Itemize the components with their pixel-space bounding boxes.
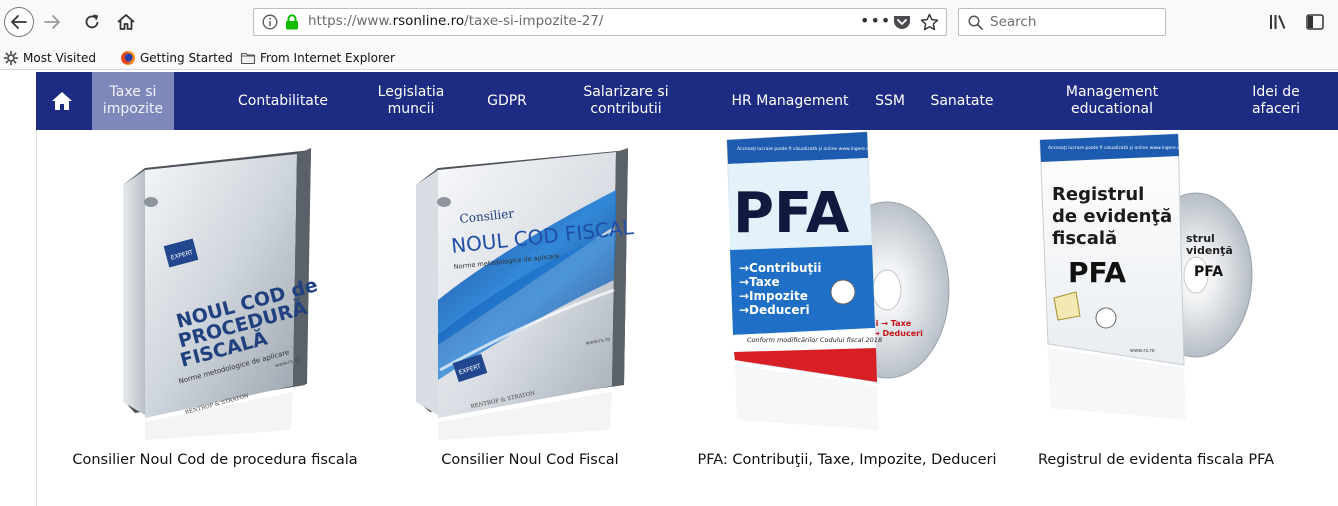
cover-big-title: PFA	[1068, 256, 1126, 289]
nav-item-label: Legislatia muncii	[377, 84, 445, 117]
reload-button[interactable]	[80, 7, 104, 37]
product-image-box-cd[interactable]: strul videnţă PFA Accesaţi lucrare poate…	[1006, 130, 1306, 440]
arrow-right-icon	[44, 15, 60, 29]
bookmark-getting-started[interactable]: Getting Started	[120, 48, 233, 68]
nav-item-idei-de-afaceri[interactable]: Idei de afaceri	[1236, 72, 1316, 130]
site-navigation: Taxe si impozite Contabilitate Legislati…	[36, 72, 1338, 130]
nav-item-label: Idei de afaceri	[1251, 84, 1301, 117]
product-title[interactable]: Registrul de evidenta fiscala PFA	[1006, 450, 1306, 471]
bookmark-from-internet-explorer[interactable]: From Internet Explorer	[240, 48, 395, 68]
content-divider	[36, 130, 37, 506]
reload-icon	[85, 14, 99, 29]
search-bar[interactable]: Search	[958, 8, 1166, 36]
cover-banner: Accesaţi lucrare poate fi vizualizată şi…	[1048, 145, 1182, 151]
nav-item-contabilitate[interactable]: Contabilitate	[222, 72, 344, 130]
cover-line: →Deduceri	[739, 303, 810, 317]
library-icon[interactable]	[1268, 12, 1288, 32]
cover-banner: Accesaţi lucrare poate fi vizualizată şi…	[737, 146, 871, 152]
bookmark-label: Getting Started	[140, 51, 233, 65]
nav-item-ssm[interactable]: SSM	[868, 72, 912, 130]
gear-icon	[3, 50, 19, 66]
nav-item-sanatate[interactable]: Sanatate	[920, 72, 1004, 130]
page-actions-button[interactable]: •••	[860, 11, 891, 30]
home-button[interactable]	[112, 7, 140, 37]
bookmark-most-visited[interactable]: Most Visited	[3, 48, 96, 68]
nav-item-label: Taxe si impozite	[102, 84, 164, 117]
pocket-icon[interactable]	[893, 14, 911, 30]
search-icon	[968, 15, 983, 30]
folder-icon	[240, 52, 256, 65]
product-title[interactable]: Consilier Noul Cod Fiscal	[380, 450, 680, 471]
nav-item-gdpr[interactable]: GDPR	[476, 72, 538, 130]
product-card[interactable]: EXPERT NOUL COD de PROCEDURĂ FISCALĂ Nor…	[65, 130, 365, 506]
back-button[interactable]	[4, 7, 34, 37]
product-image-binder[interactable]: EXPERT NOUL COD de PROCEDURĂ FISCALĂ Nor…	[65, 130, 365, 440]
nav-item-legislatia-muncii[interactable]: Legislatia muncii	[370, 72, 452, 130]
nav-item-label: GDPR	[487, 92, 527, 109]
product-title[interactable]: PFA: Contribuţii, Taxe, Impozite, Deduce…	[697, 450, 997, 471]
home-icon	[52, 92, 72, 110]
sidebar-icon[interactable]	[1305, 12, 1325, 32]
nav-item-label: HR Management	[731, 92, 849, 109]
cover-line: de evidenţă	[1052, 206, 1172, 227]
nav-home-button[interactable]	[36, 72, 88, 130]
cover-line: →Contribuţii	[739, 261, 822, 275]
url-bar[interactable]: https://www.rsonline.ro/taxe-si-impozite…	[253, 8, 947, 36]
nav-item-salarizare-si-contributii[interactable]: Salarizare si contributii	[574, 72, 678, 130]
forward-button[interactable]	[40, 7, 64, 37]
nav-item-label: Contabilitate	[237, 92, 328, 109]
nav-item-label: Management educational	[1065, 84, 1159, 117]
browser-toolbar: https://www.rsonline.ro/taxe-si-impozite…	[0, 0, 1338, 46]
product-card[interactable]: ii → Taxe → Deduceri Accesaţi lucrare po…	[697, 130, 997, 506]
cover-big-title: PFA	[733, 181, 850, 246]
nav-item-label: Sanatate	[930, 92, 994, 109]
star-icon[interactable]	[920, 13, 939, 31]
firefox-icon	[121, 51, 135, 65]
nav-item-taxe-si-impozite[interactable]: Taxe si impozite	[92, 72, 174, 130]
info-icon[interactable]	[262, 14, 278, 30]
product-card[interactable]: Consilier NOUL COD FISCAL Norme metodolo…	[380, 130, 680, 506]
home-icon	[117, 14, 135, 30]
bookmark-label: From Internet Explorer	[260, 51, 395, 65]
bookmark-label: Most Visited	[23, 51, 97, 65]
disc-line: ii → Taxe	[873, 319, 912, 328]
lock-icon[interactable]	[285, 14, 299, 30]
product-card[interactable]: strul videnţă PFA Accesaţi lucrare poate…	[1006, 130, 1306, 506]
product-image-binder[interactable]: Consilier NOUL COD FISCAL Norme metodolo…	[380, 130, 680, 440]
disc-line: videnţă	[1186, 244, 1233, 257]
cover-line: →Taxe	[739, 275, 780, 289]
url-prefix: https://www.	[308, 13, 393, 29]
cover-site: www.rs.ro	[1130, 348, 1155, 354]
cover-line: →Impozite	[739, 289, 808, 303]
search-input[interactable]: Search	[990, 14, 1036, 30]
nav-item-label: Salarizare si contributii	[583, 84, 669, 117]
product-image-box-cd[interactable]: ii → Taxe → Deduceri Accesaţi lucrare po…	[697, 130, 997, 440]
cover-line: Registrul	[1052, 184, 1144, 205]
nav-item-label: SSM	[875, 92, 905, 109]
arrow-left-icon	[11, 15, 27, 29]
url-path: /taxe-si-impozite-27/	[464, 13, 604, 29]
nav-item-hr-management[interactable]: HR Management	[730, 72, 850, 130]
cover-line: fiscală	[1052, 228, 1117, 249]
url-text[interactable]: https://www.rsonline.ro/taxe-si-impozite…	[308, 13, 603, 29]
product-title[interactable]: Consilier Noul Cod de procedura fiscala	[65, 450, 365, 471]
disc-line: PFA	[1194, 264, 1223, 280]
cover-subtitle: Conform modificărilor Codului fiscal 201…	[747, 336, 882, 344]
bookmarks-toolbar: Most Visited Getting Started From Intern…	[0, 46, 1338, 70]
nav-item-management-educational[interactable]: Management educational	[1044, 72, 1180, 130]
url-domain: rsonline.ro	[392, 13, 465, 29]
